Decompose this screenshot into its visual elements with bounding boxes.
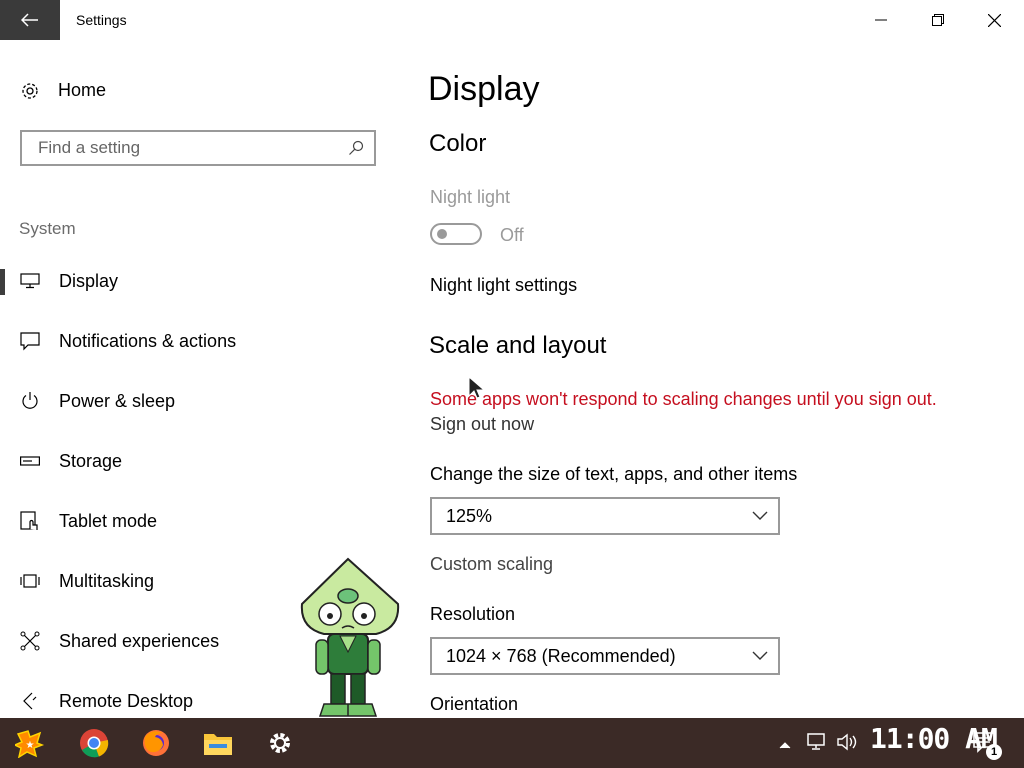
search-icon	[349, 140, 364, 155]
mouse-cursor-icon	[468, 376, 484, 399]
restore-button[interactable]	[909, 0, 966, 40]
sidebar-item-label: Shared experiences	[59, 630, 220, 651]
settings-gear-icon[interactable]	[262, 725, 298, 761]
custom-scaling-link[interactable]: Custom scaling	[430, 554, 553, 575]
sidebar-item-storage[interactable]: Storage	[0, 439, 380, 483]
scaling-warning-text: Some apps won't respond to scaling chang…	[430, 389, 937, 409]
chrome-icon[interactable]	[76, 725, 112, 761]
section-label-system: System	[19, 219, 76, 238]
remote-desktop-icon	[20, 691, 40, 711]
search-box[interactable]	[20, 130, 376, 166]
firefox-icon[interactable]	[138, 725, 174, 761]
scale-dropdown-value: 125%	[446, 505, 493, 526]
shared-icon	[20, 631, 40, 651]
sidebar-item-label: Display	[59, 270, 119, 291]
sidebar-item-label: Tablet mode	[59, 510, 158, 531]
sidebar-item-power-sleep[interactable]: Power & sleep	[0, 379, 380, 423]
desktop-mascot-image	[300, 557, 400, 717]
gear-icon	[22, 82, 38, 99]
resolution-dropdown-value: 1024 × 768 (Recommended)	[446, 645, 676, 666]
svg-text:★: ★	[26, 740, 35, 751]
show-hidden-icons-chevron-icon[interactable]	[779, 736, 791, 754]
scale-layout-heading: Scale and layout	[429, 332, 607, 359]
chevron-down-icon	[752, 511, 768, 520]
home-label: Home	[58, 80, 107, 100]
scale-dropdown[interactable]: 125%	[430, 497, 780, 535]
resolution-label: Resolution	[430, 604, 516, 624]
sidebar-item-label: Notifications & actions	[59, 330, 237, 351]
sign-out-now-link[interactable]: Sign out now	[430, 414, 534, 435]
chevron-down-icon	[752, 651, 768, 660]
color-heading: Color	[429, 130, 487, 157]
orientation-label: Orientation	[430, 694, 519, 714]
window-title: Settings	[76, 12, 127, 28]
close-button[interactable]	[966, 0, 1023, 40]
restore-icon	[931, 14, 944, 26]
volume-icon[interactable]	[836, 732, 858, 757]
sidebar-item-label: Storage	[59, 450, 123, 471]
minimize-icon	[874, 19, 887, 21]
file-explorer-icon[interactable]	[200, 725, 236, 761]
sidebar-item-label: Multitasking	[59, 570, 155, 591]
size-label: Change the size of text, apps, and other…	[430, 464, 798, 484]
night-light-label: Night light	[430, 187, 511, 207]
search-input[interactable]	[36, 137, 340, 159]
start-app-icon[interactable]: ★	[12, 725, 48, 761]
home-nav-item[interactable]: Home	[20, 80, 106, 101]
multitasking-icon	[20, 571, 40, 591]
network-icon[interactable]	[806, 732, 828, 757]
notification-icon	[20, 331, 40, 351]
monitor-icon	[20, 271, 40, 291]
power-icon	[20, 391, 40, 411]
tablet-icon	[20, 511, 40, 531]
sidebar-item-label: Remote Desktop	[59, 690, 194, 711]
night-light-state: Off	[500, 225, 524, 245]
sidebar-item-label: Power & sleep	[59, 390, 176, 411]
night-light-toggle[interactable]	[430, 223, 482, 245]
page-title: Display	[428, 70, 540, 108]
back-button[interactable]	[0, 0, 60, 40]
resolution-dropdown[interactable]: 1024 × 768 (Recommended)	[430, 637, 780, 675]
minimize-button[interactable]	[852, 0, 909, 40]
action-center-icon[interactable]: 1	[972, 730, 1002, 765]
notification-count-badge: 1	[986, 744, 1002, 760]
sidebar-item-notifications[interactable]: Notifications & actions	[0, 319, 380, 363]
close-icon	[988, 13, 1001, 27]
sidebar-item-tablet-mode[interactable]: Tablet mode	[0, 499, 380, 543]
night-light-settings-link[interactable]: Night light settings	[430, 275, 577, 296]
storage-icon	[20, 451, 40, 471]
sidebar-item-display[interactable]: Display	[0, 259, 380, 303]
toggle-knob	[437, 229, 447, 239]
back-arrow-icon	[21, 13, 38, 27]
title-bar: Settings	[0, 0, 1024, 40]
